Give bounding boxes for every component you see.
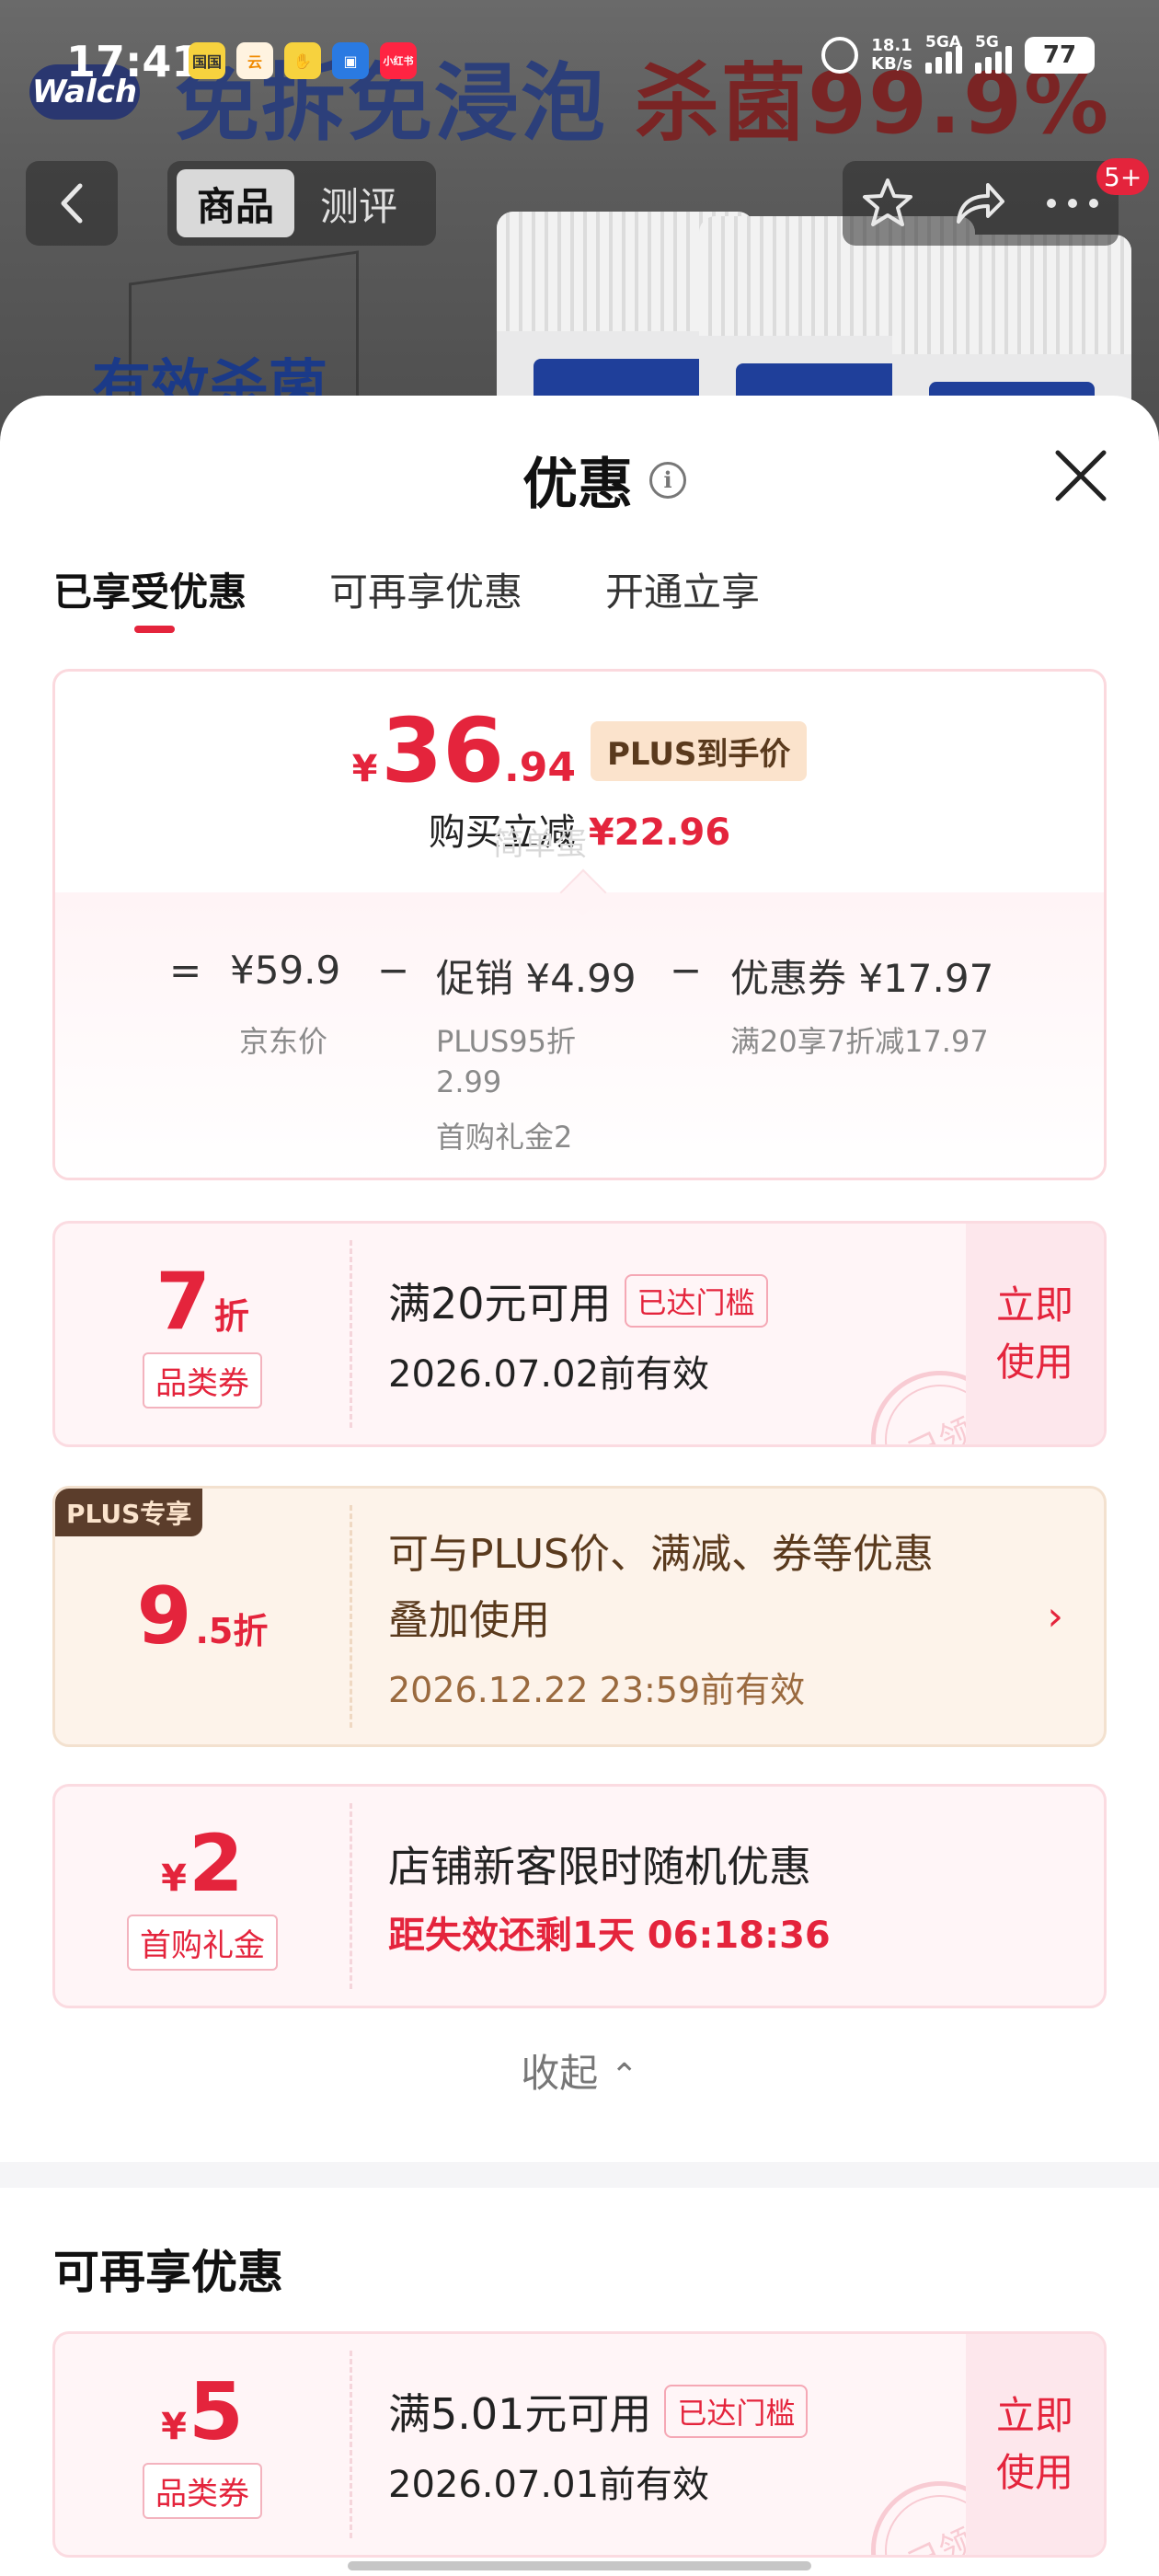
promo-amount: 促销 ¥4.99	[436, 956, 637, 1001]
plus-discount-card[interactable]: PLUS专享 9.5折 可与PLUS价、满减、券等优惠 叠加使用 2026.12…	[52, 1486, 1107, 1747]
coupon-amount: ¥5	[161, 2365, 244, 2458]
coupon-expiry: 2026.07.01前有效	[388, 2464, 710, 2506]
app-notification-icon: 云	[236, 42, 273, 79]
status-bar: 17:41 国国 云 ✋ ▣ 小红书 18.1 KB/s 5GA 5G 77	[0, 0, 1159, 120]
tab-more-discounts[interactable]: 可再享优惠	[329, 561, 522, 617]
home-indicator[interactable]	[348, 2561, 811, 2570]
coupon-card: 7折 品类券 满20元可用 已达门槛 2026.07.02前有效 已领 立即使用	[52, 1221, 1107, 1447]
coupon-condition: 满5.01元可用	[388, 2389, 652, 2439]
section-divider	[0, 2162, 1159, 2188]
signal-icon: 5GA	[925, 33, 962, 74]
equals-sign: =	[169, 948, 202, 993]
collapse-button[interactable]: 收起 ⌃	[0, 2042, 1159, 2099]
signal-icon: 5G	[975, 33, 1012, 74]
jd-price: ¥59.9	[230, 948, 341, 993]
chevron-right-icon: ›	[1047, 1593, 1063, 1640]
watermark-text: 简单蛋	[493, 826, 587, 863]
final-price: ¥ 36 .94 PLUS到手价	[55, 707, 1104, 795]
gift-countdown: 距失效还剩1天 06:18:36	[388, 1915, 831, 1957]
minus-sign: −	[670, 948, 703, 993]
alarm-icon	[821, 37, 859, 74]
use-now-button[interactable]: 立即使用	[966, 1224, 1104, 1444]
network-speed: 18.1 KB/s	[871, 36, 912, 74]
coupon-discount: 7折	[155, 1255, 249, 1348]
app-notification-icon: 国国	[189, 42, 225, 79]
app-notification-icon: ✋	[284, 42, 321, 79]
coupon-card: ¥5 品类券 满5.01元可用 已达门槛 2026.07.01前有效 已领 立即…	[52, 2331, 1107, 2558]
tab-activate-discounts[interactable]: 开通立享	[605, 561, 760, 617]
gift-desc: 店铺新客限时随机优惠	[388, 1842, 811, 1892]
chevron-left-icon	[61, 183, 83, 224]
discount-tabs: 已享受优惠 可再享优惠 开通立享	[53, 561, 760, 633]
discount-sheet: 优惠 i 已享受优惠 可再享优惠 开通立享 ¥ 36 .94 PLUS到手价 购…	[0, 396, 1159, 2576]
use-now-button[interactable]: 立即使用	[966, 2334, 1104, 2555]
product-nav-tabs: 商品 测评	[167, 161, 436, 246]
close-icon[interactable]	[1049, 443, 1113, 508]
section-title-more-discounts: 可再享优惠	[53, 2246, 283, 2299]
coupon-condition: 满20元可用	[388, 1279, 612, 1328]
first-purchase-gift-card: ¥2 首购礼金 店铺新客限时随机优惠 距失效还剩1天 06:18:36	[52, 1784, 1107, 2008]
battery-indicator: 77	[1025, 37, 1095, 74]
star-icon[interactable]	[860, 176, 915, 231]
back-button[interactable]	[26, 161, 118, 246]
plus-price-tag: PLUS到手价	[590, 720, 808, 781]
plus-discount-desc: 可与PLUS价、满减、券等优惠 叠加使用	[388, 1530, 934, 1644]
coupon-detail: 满20享7折减17.97	[730, 1024, 989, 1059]
plus-discount-rate: 9.5折	[136, 1570, 269, 1662]
threshold-reached-badge: 已达门槛	[624, 1274, 768, 1328]
tab-product[interactable]: 商品	[177, 169, 295, 237]
chevron-up-icon: ⌃	[610, 2057, 638, 2095]
coupon-type-tag: 品类券	[143, 2462, 262, 2519]
coupon-expiry: 2026.07.02前有效	[388, 1353, 710, 1396]
sheet-header: 优惠 i	[522, 440, 686, 520]
tab-enjoyed-discounts[interactable]: 已享受优惠	[53, 561, 247, 633]
jd-price-label: 京东价	[239, 1024, 328, 1059]
info-icon[interactable]: i	[649, 461, 686, 499]
more-icon[interactable]	[1044, 194, 1101, 213]
coupon-type-tag: 品类券	[143, 1351, 262, 1409]
status-time: 17:41	[66, 37, 201, 86]
share-icon[interactable]	[951, 176, 1008, 231]
price-summary-card: ¥ 36 .94 PLUS到手价 购买立减 ¥22.96 = ¥59.9 − 促销…	[52, 669, 1107, 1180]
promo-detail: PLUS95折 2.99 首购礼金2	[436, 1024, 576, 1155]
coupon-amount: 优惠券 ¥17.97	[730, 956, 994, 1001]
plus-discount-expiry: 2026.12.22 23:59前有效	[388, 1669, 806, 1710]
nav-action-group	[843, 161, 1119, 246]
tab-review[interactable]: 测评	[300, 169, 418, 237]
status-app-icons: 国国 云 ✋ ▣ 小红书	[189, 42, 417, 79]
gift-amount: ¥2	[161, 1817, 244, 1910]
app-notification-icon: 小红书	[380, 42, 417, 79]
threshold-reached-badge: 已达门槛	[664, 2385, 809, 2438]
app-notification-icon: ▣	[332, 42, 369, 79]
sheet-title: 优惠	[522, 453, 633, 517]
minus-sign: −	[377, 948, 410, 993]
gift-type-tag: 首购礼金	[127, 1914, 278, 1971]
message-count-badge: 5+	[1096, 158, 1150, 195]
